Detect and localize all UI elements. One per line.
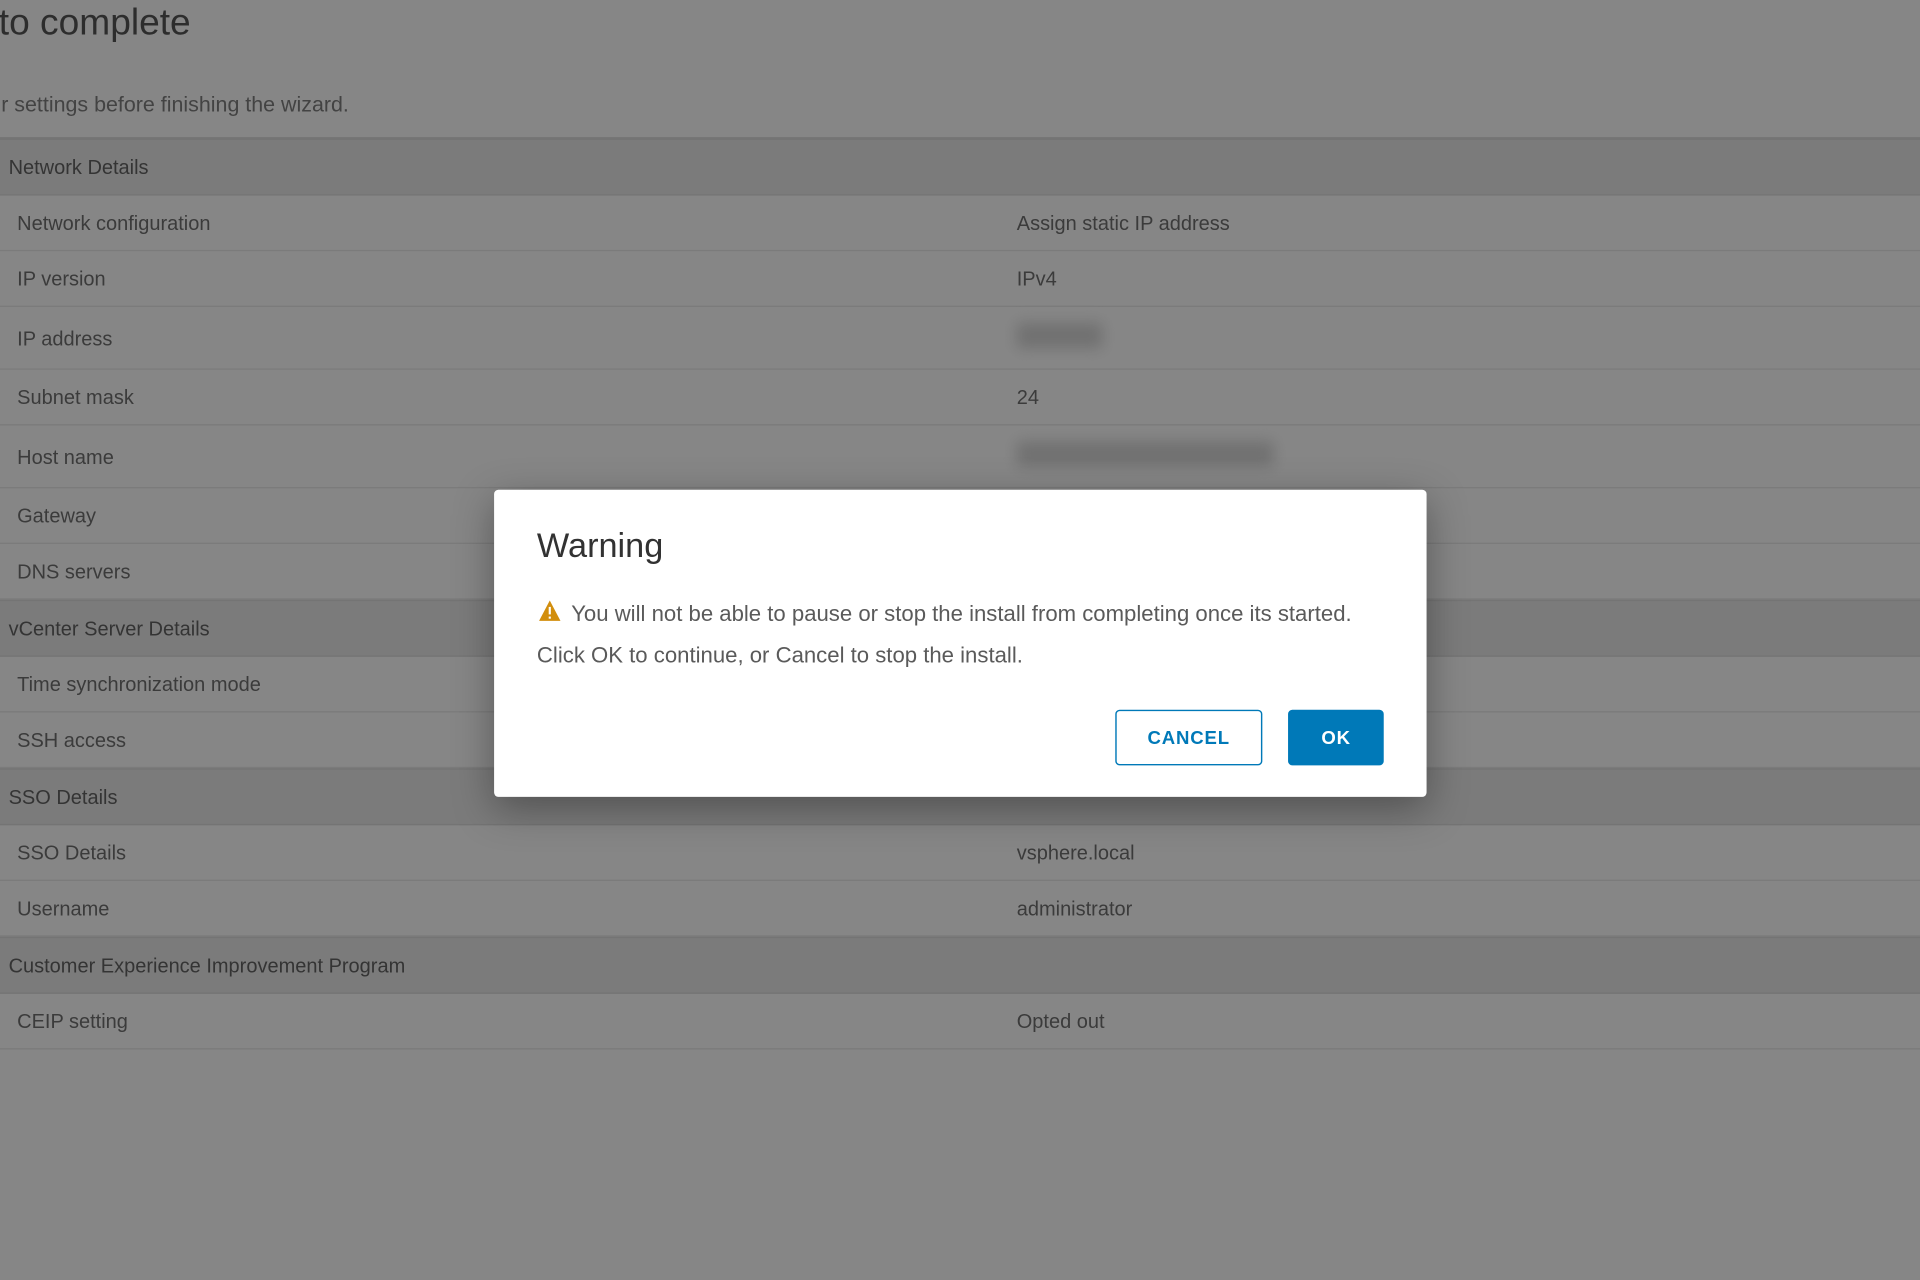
dialog-message: You will not be able to pause or stop th… <box>537 603 1352 669</box>
dialog-body: You will not be able to pause or stop th… <box>537 595 1384 675</box>
ok-button[interactable]: OK <box>1288 710 1383 766</box>
modal-overlay: Warning You will not be able to pause or… <box>0 0 1920 1280</box>
dialog-actions: CANCEL OK <box>537 710 1384 766</box>
warning-icon <box>537 598 563 637</box>
cancel-button[interactable]: CANCEL <box>1115 710 1263 766</box>
warning-dialog: Warning You will not be able to pause or… <box>494 490 1426 797</box>
wizard-page: ady to complete iew your settings before… <box>0 0 1920 1280</box>
dialog-title: Warning <box>537 527 1384 567</box>
